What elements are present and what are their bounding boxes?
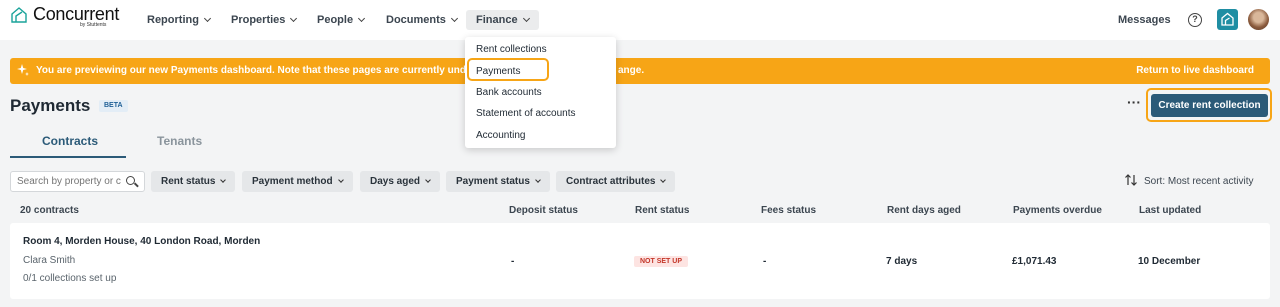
create-rent-collection-button[interactable]: Create rent collection: [1151, 94, 1268, 117]
menu-item-rent-collections[interactable]: Rent collections: [476, 44, 547, 55]
row-address[interactable]: Room 4, Morden House, 40 London Road, Mo…: [23, 236, 260, 247]
column-header: Last updated: [1139, 205, 1202, 216]
filter-label: Contract attributes: [566, 176, 656, 187]
banner-text: You are previewing our new Payments dash…: [36, 65, 472, 76]
filter-label: Rent status: [161, 176, 216, 187]
preview-banner: You are previewing our new Payments dash…: [10, 58, 1270, 84]
chevron-down-icon: [425, 177, 431, 183]
row-payments-overdue: £1,071.43: [1012, 256, 1057, 267]
column-header: Rent days aged: [887, 205, 961, 216]
app-switcher-icon[interactable]: [1217, 9, 1238, 30]
filter-rent-status[interactable]: Rent status: [151, 171, 236, 192]
search-icon[interactable]: [126, 176, 135, 185]
menu-item-payments[interactable]: Payments: [476, 66, 520, 77]
column-header: Fees status: [761, 205, 817, 216]
menu-item-statement-of-accounts[interactable]: Statement of accounts: [476, 108, 576, 119]
chevron-down-icon: [660, 177, 667, 183]
banner-text-tail: ange.: [618, 65, 645, 76]
chevron-down-icon: [535, 177, 541, 183]
row-fees-status: -: [763, 256, 767, 267]
chevron-down-icon: [450, 14, 458, 23]
filter-label: Days aged: [370, 176, 421, 187]
sparkle-icon: [17, 64, 29, 76]
filter-days-aged[interactable]: Days aged: [360, 171, 441, 192]
contracts-count: 20 contracts: [20, 205, 79, 216]
avatar[interactable]: [1248, 9, 1269, 30]
chevron-down-icon: [290, 14, 298, 23]
nav-label: Properties: [231, 14, 286, 26]
menu-item-bank-accounts[interactable]: Bank accounts: [476, 87, 542, 98]
row-rent-days-aged: 7 days: [886, 256, 918, 267]
filter-payment-method[interactable]: Payment method: [242, 171, 353, 192]
nav-label: Reporting: [147, 14, 199, 26]
top-nav: Concurrent by Stuttents Reporting Proper…: [0, 0, 1280, 40]
filter-contract-attributes[interactable]: Contract attributes: [556, 171, 676, 192]
brand-sub: by Stuttents: [80, 22, 107, 28]
page-title: Payments: [10, 96, 91, 115]
filter-payment-status[interactable]: Payment status: [446, 171, 550, 192]
messages-link[interactable]: Messages: [1118, 14, 1171, 26]
row-tenant: Clara Smith: [23, 255, 76, 266]
nav-label: Finance: [476, 14, 518, 26]
column-header: Deposit status: [509, 205, 578, 216]
more-options-button[interactable]: ···: [1124, 95, 1144, 116]
chevron-down-icon: [203, 14, 211, 23]
rent-status-badge: NOT SET UP: [634, 256, 689, 267]
nav-people[interactable]: People: [307, 10, 374, 30]
sort-label[interactable]: Sort: Most recent activity: [1144, 176, 1253, 187]
tab-contracts[interactable]: Contracts: [42, 134, 98, 148]
column-header: Payments overdue: [1013, 205, 1102, 216]
return-live-link[interactable]: Return to live dashboard: [1136, 65, 1254, 76]
filter-label: Payment method: [252, 176, 333, 187]
chevron-down-icon: [337, 177, 344, 183]
row-collections: 0/1 collections set up: [23, 273, 117, 284]
nav-reporting[interactable]: Reporting: [137, 10, 220, 30]
column-header: Rent status: [635, 205, 690, 216]
house-logo-icon: [1221, 12, 1234, 26]
tab-tenants[interactable]: Tenants: [157, 134, 202, 148]
finance-dropdown-menu: Rent collections Payments Bank accounts …: [465, 37, 616, 148]
active-tab-indicator: [10, 156, 126, 158]
beta-badge: BETA: [99, 100, 128, 112]
nav-finance[interactable]: Finance: [466, 10, 539, 30]
chevron-down-icon: [522, 14, 530, 23]
filter-label: Payment status: [456, 176, 530, 187]
search-input[interactable]: [10, 171, 145, 192]
nav-properties[interactable]: Properties: [221, 10, 306, 30]
help-icon[interactable]: ?: [1188, 13, 1202, 27]
chevron-down-icon: [220, 177, 227, 183]
sort-icon[interactable]: [1124, 173, 1138, 187]
row-deposit-status: -: [511, 256, 515, 267]
chevron-down-icon: [358, 14, 366, 23]
row-last-updated: 10 December: [1138, 256, 1201, 267]
nav-label: People: [317, 14, 354, 26]
house-logo-icon: [11, 6, 27, 23]
nav-documents[interactable]: Documents: [376, 10, 467, 30]
nav-label: Documents: [386, 14, 446, 26]
menu-item-accounting[interactable]: Accounting: [476, 130, 525, 141]
